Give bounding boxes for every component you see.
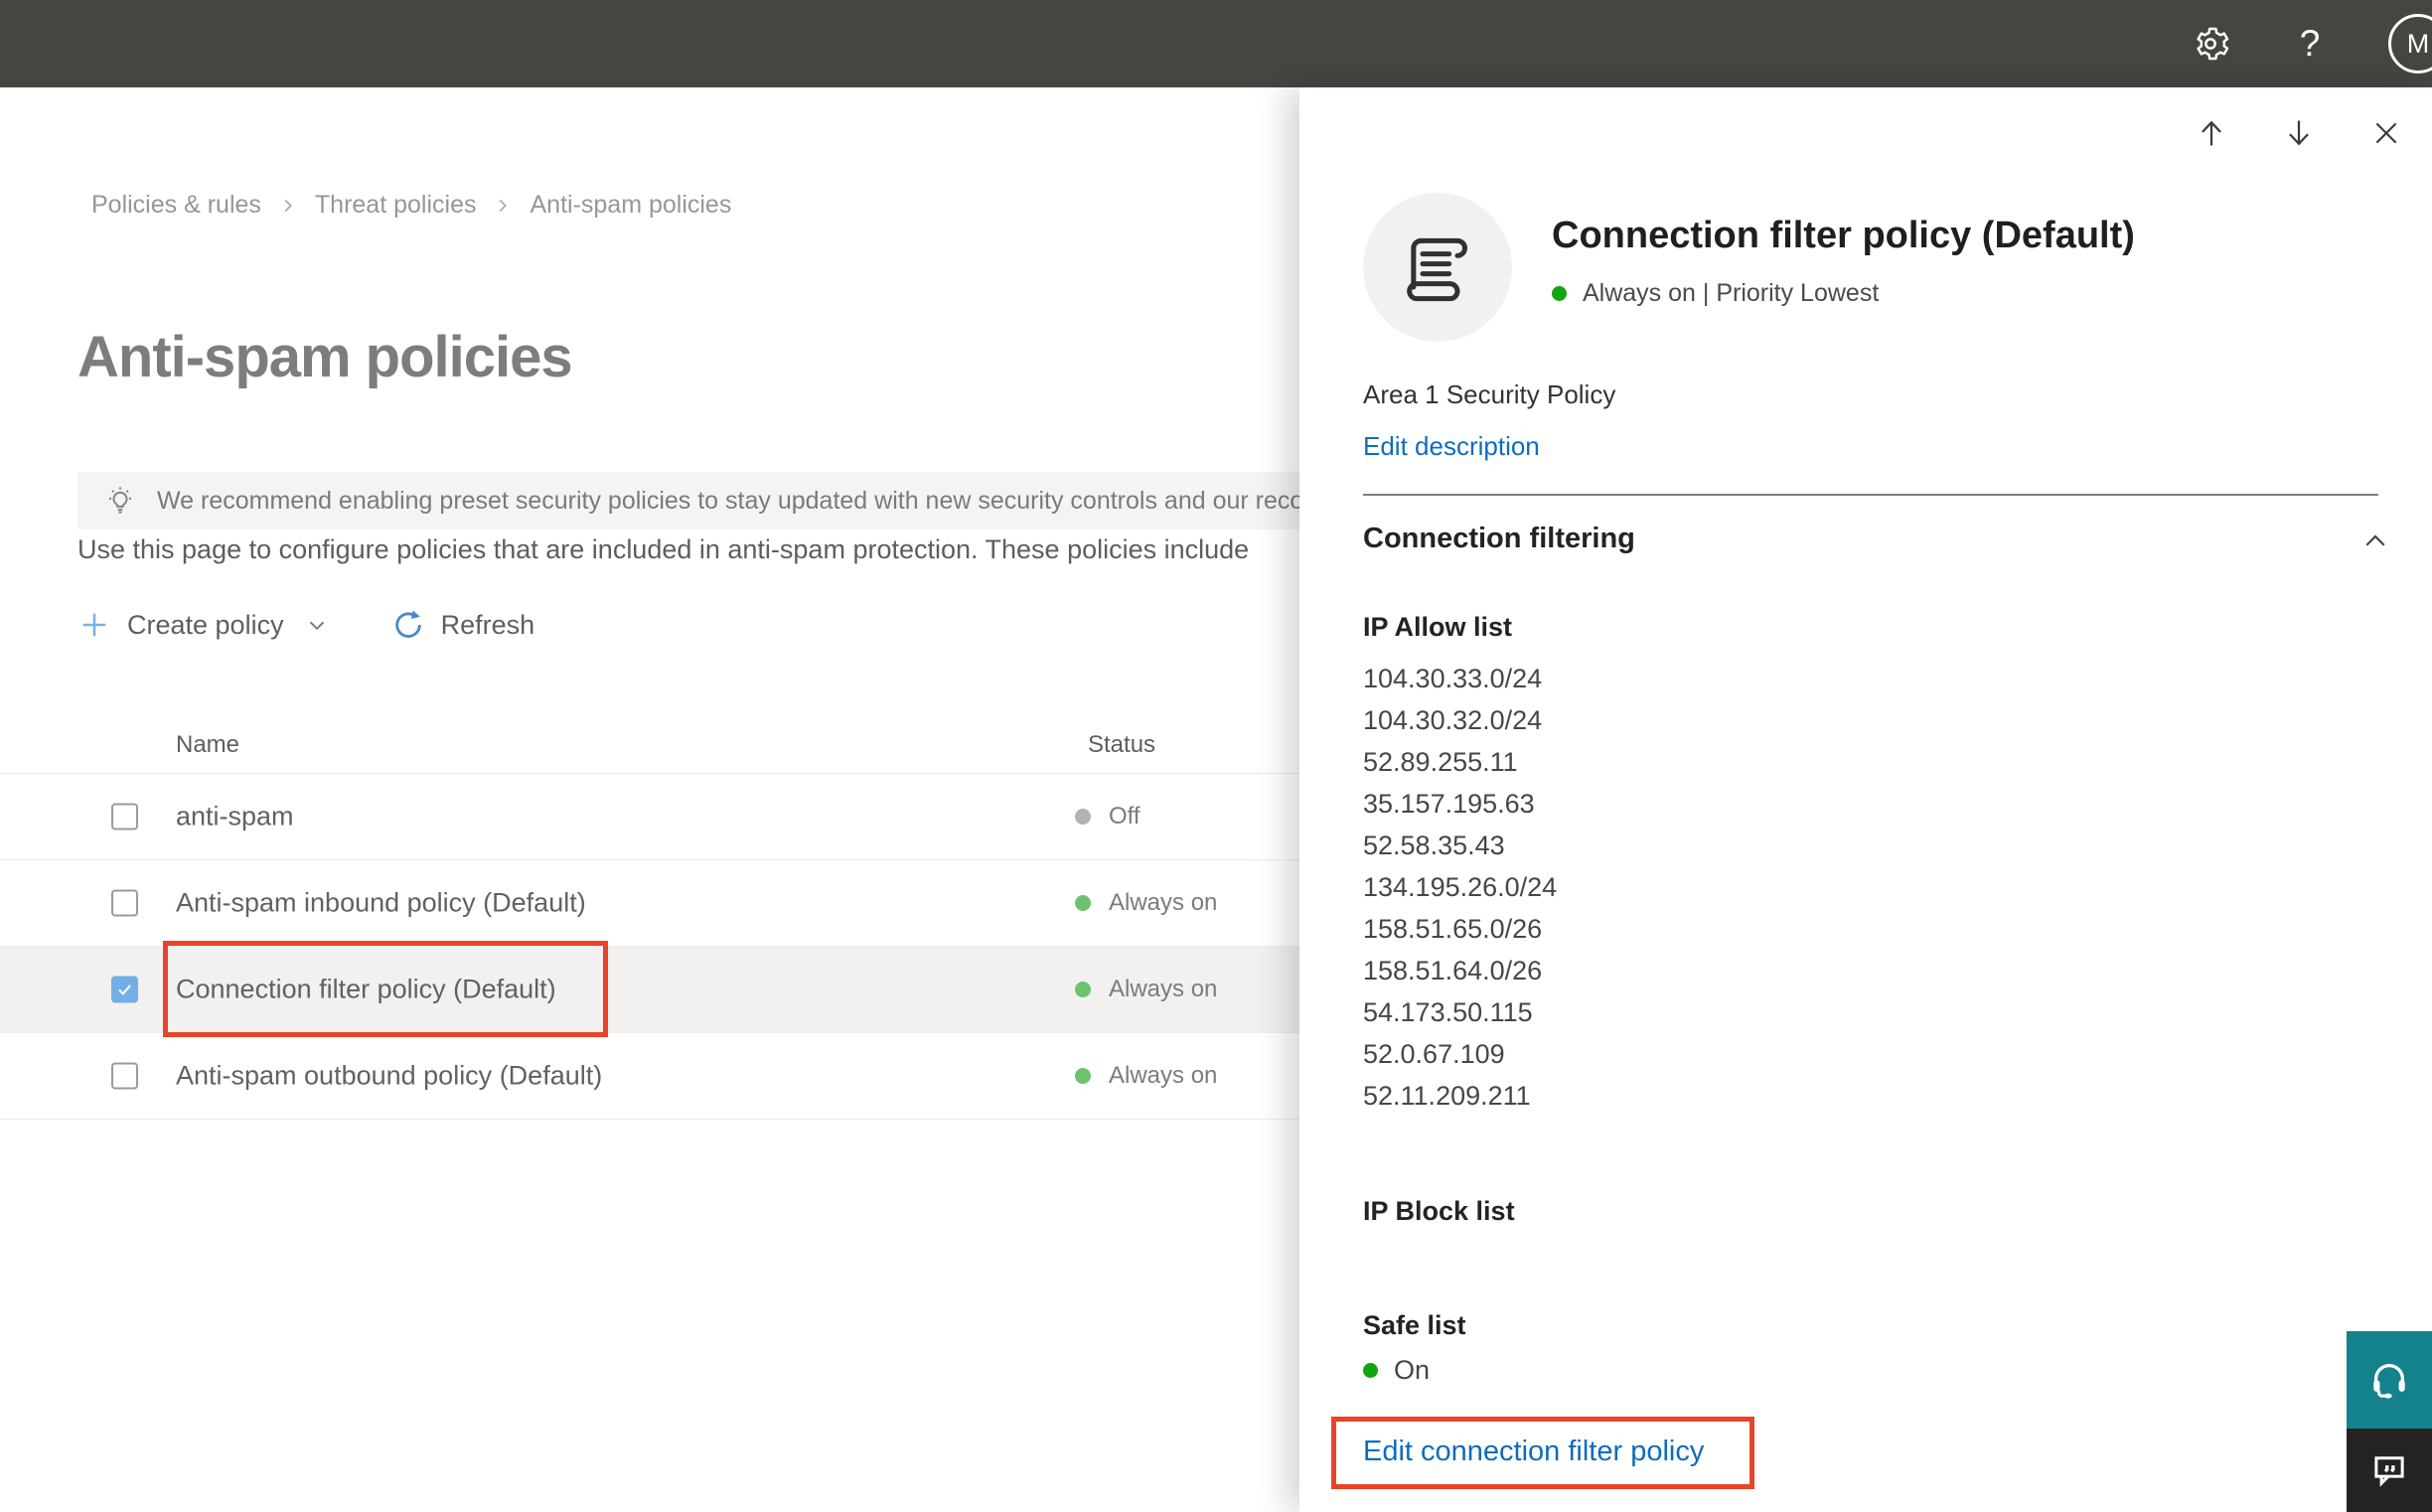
close-icon[interactable] bbox=[2368, 115, 2404, 151]
status-dot-on bbox=[1075, 982, 1091, 997]
safe-list-status: On bbox=[1363, 1355, 1430, 1386]
column-header-status[interactable]: Status bbox=[1088, 731, 1155, 759]
status-dot-on bbox=[1075, 895, 1091, 911]
ip-entry: 158.51.65.0/26 bbox=[1363, 914, 1543, 944]
chevron-up-icon[interactable] bbox=[2360, 527, 2390, 561]
arrow-down-icon[interactable] bbox=[2281, 115, 2317, 151]
edit-connection-filter-policy-link[interactable]: Edit connection filter policy bbox=[1363, 1436, 1704, 1467]
ip-entry: 54.173.50.115 bbox=[1363, 997, 1533, 1027]
row-checkbox[interactable] bbox=[111, 1062, 138, 1090]
policy-name[interactable]: anti-spam bbox=[176, 802, 294, 832]
app-window: ? M Policies & rules Threat policies Ant… bbox=[0, 0, 2432, 1512]
top-nav-bar: ? M bbox=[0, 0, 2432, 87]
create-policy-label: Create policy bbox=[127, 609, 284, 640]
edit-description-link[interactable]: Edit description bbox=[1363, 431, 1540, 462]
ip-block-list-heading: IP Block list bbox=[1363, 1196, 1515, 1226]
safe-list-heading: Safe list bbox=[1363, 1310, 1466, 1340]
ip-entry: 104.30.33.0/24 bbox=[1363, 664, 1543, 693]
create-policy-button[interactable]: Create policy bbox=[77, 608, 330, 642]
ip-entry: 52.58.35.43 bbox=[1363, 831, 1505, 860]
flyout-header: Connection filter policy (Default) Alway… bbox=[1363, 193, 2135, 342]
refresh-label: Refresh bbox=[440, 609, 535, 640]
ip-allow-list-heading: IP Allow list bbox=[1363, 612, 1513, 642]
column-header-name[interactable]: Name bbox=[176, 731, 239, 759]
breadcrumb-separator-icon bbox=[277, 195, 299, 217]
status-cell: Off bbox=[1075, 803, 1140, 831]
breadcrumb: Policies & rules Threat policies Anti-sp… bbox=[91, 191, 731, 220]
status-dot-on bbox=[1552, 286, 1567, 301]
status-dot-on bbox=[1363, 1363, 1378, 1378]
banner-text: We recommend enabling preset security po… bbox=[157, 486, 1359, 515]
status-cell: Always on bbox=[1075, 889, 1217, 917]
help-icon[interactable]: ? bbox=[2289, 23, 2331, 65]
page-intro-text: Use this page to configure policies that… bbox=[77, 534, 1250, 564]
toolbar: Create policy Refresh bbox=[77, 600, 534, 650]
flyout-nav bbox=[2194, 115, 2404, 151]
ip-entry: 104.30.32.0/24 bbox=[1363, 705, 1543, 735]
chevron-down-icon bbox=[304, 612, 330, 638]
status-dot-on bbox=[1075, 1068, 1091, 1084]
policy-name[interactable]: Anti-spam outbound policy (Default) bbox=[176, 1061, 602, 1092]
ip-entry: 134.195.26.0/24 bbox=[1363, 872, 1558, 902]
status-cell: Always on bbox=[1075, 976, 1217, 1003]
row-checkbox[interactable] bbox=[111, 803, 138, 831]
policy-name[interactable]: Anti-spam inbound policy (Default) bbox=[176, 888, 586, 919]
policy-description: Area 1 Security Policy bbox=[1363, 379, 1616, 409]
flyout-status-label: Always on | Priority Lowest bbox=[1583, 279, 1880, 307]
policy-icon-circle bbox=[1363, 193, 1512, 342]
refresh-icon bbox=[391, 608, 425, 642]
ip-entry: 52.89.255.11 bbox=[1363, 747, 1518, 777]
feedback-chat-icon bbox=[2368, 1449, 2410, 1491]
status-label: Off bbox=[1109, 803, 1140, 830]
avatar-initial: M bbox=[2406, 28, 2430, 59]
row-checkbox[interactable] bbox=[111, 889, 138, 917]
account-avatar[interactable]: M bbox=[2388, 14, 2432, 74]
arrow-up-icon[interactable] bbox=[2194, 115, 2229, 151]
safe-list-value: On bbox=[1394, 1355, 1431, 1385]
topbar-actions: ? M bbox=[2190, 0, 2432, 87]
section-connection-filtering: Connection filtering bbox=[1363, 523, 1635, 554]
policy-name[interactable]: Connection filter policy (Default) bbox=[176, 975, 556, 1005]
red-highlight-box: Edit connection filter policy bbox=[1331, 1417, 1755, 1489]
breadcrumb-policies-rules[interactable]: Policies & rules bbox=[91, 191, 261, 220]
row-checkbox-checked[interactable] bbox=[111, 976, 138, 1003]
status-dot-off bbox=[1075, 809, 1091, 825]
status-label: Always on bbox=[1109, 976, 1218, 1002]
feedback-button[interactable] bbox=[2347, 1429, 2432, 1512]
refresh-button[interactable]: Refresh bbox=[391, 608, 535, 642]
breadcrumb-threat-policies[interactable]: Threat policies bbox=[315, 191, 477, 220]
ip-allow-list: 104.30.33.0/24 104.30.32.0/24 52.89.255.… bbox=[1363, 658, 1557, 1117]
scroll-policy-icon bbox=[1398, 227, 1477, 307]
flyout-status: Always on | Priority Lowest bbox=[1552, 279, 2135, 308]
headset-icon bbox=[2366, 1357, 2412, 1403]
breadcrumb-anti-spam-policies[interactable]: Anti-spam policies bbox=[530, 191, 731, 220]
divider bbox=[1363, 494, 2378, 496]
page-title: Anti-spam policies bbox=[77, 325, 573, 389]
plus-icon bbox=[77, 608, 111, 642]
status-cell: Always on bbox=[1075, 1062, 1217, 1090]
flyout-title: Connection filter policy (Default) bbox=[1552, 215, 2135, 256]
policy-details-flyout: Connection filter policy (Default) Alway… bbox=[1299, 87, 2432, 1512]
status-label: Always on bbox=[1109, 889, 1218, 916]
support-button[interactable] bbox=[2347, 1331, 2432, 1429]
ip-entry: 52.11.209.211 bbox=[1363, 1081, 1531, 1111]
flyout-title-block: Connection filter policy (Default) Alway… bbox=[1552, 193, 2135, 342]
ip-entry: 52.0.67.109 bbox=[1363, 1039, 1505, 1069]
ip-entry: 35.157.195.63 bbox=[1363, 789, 1535, 819]
ip-entry: 158.51.64.0/26 bbox=[1363, 956, 1543, 985]
settings-gear-icon[interactable] bbox=[2190, 23, 2231, 65]
help-glyph: ? bbox=[2299, 23, 2321, 64]
lightbulb-icon bbox=[103, 484, 137, 518]
status-label: Always on bbox=[1109, 1062, 1218, 1089]
breadcrumb-separator-icon bbox=[492, 195, 514, 217]
